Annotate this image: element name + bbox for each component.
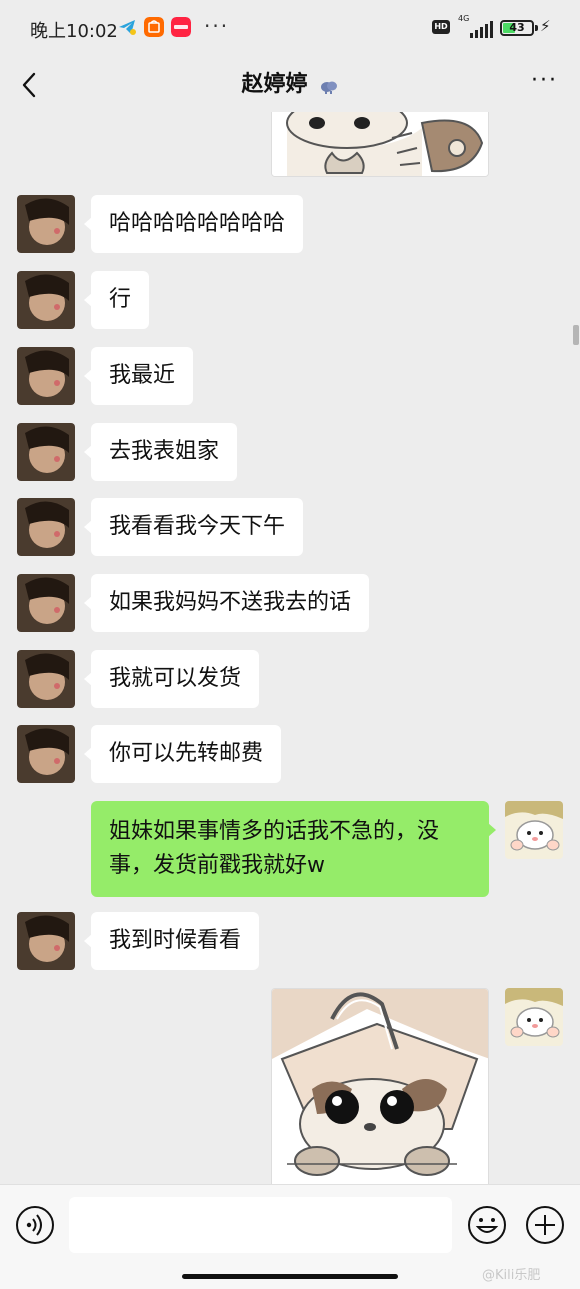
cat-in-paper-bag-sticker bbox=[272, 989, 488, 1184]
contact-avatar-image bbox=[17, 574, 75, 632]
chat-header: 赵婷婷 bbox=[0, 66, 580, 98]
contact-avatar-image bbox=[17, 725, 75, 783]
charging-icon: ⚡ bbox=[540, 17, 551, 35]
self-avatar[interactable] bbox=[505, 801, 563, 859]
contact-avatar-image bbox=[17, 271, 75, 329]
contact-avatar[interactable] bbox=[17, 347, 75, 405]
contact-avatar[interactable] bbox=[17, 271, 75, 329]
more-options-icon[interactable]: ··· bbox=[531, 68, 558, 93]
scrollbar-thumb[interactable] bbox=[573, 325, 579, 345]
contact-avatar[interactable] bbox=[17, 912, 75, 970]
contact-avatar-image bbox=[17, 650, 75, 708]
chat-title[interactable]: 赵婷婷 bbox=[241, 72, 307, 97]
message-input[interactable] bbox=[69, 1197, 452, 1253]
more-dots-icon: ··· bbox=[204, 14, 230, 38]
contact-avatar-image bbox=[17, 347, 75, 405]
self-avatar-image bbox=[505, 801, 563, 859]
contact-avatar-image bbox=[17, 195, 75, 253]
contact-avatar[interactable] bbox=[17, 195, 75, 253]
battery-percent: 43 bbox=[509, 21, 525, 34]
battery-icon: 43 bbox=[500, 20, 534, 36]
message-bubble-incoming[interactable]: 如果我妈妈不送我去的话 bbox=[83, 574, 370, 632]
battery-tip bbox=[535, 25, 538, 31]
message-bubble-outgoing[interactable]: 姐妹如果事情多的话我不急的，没 事，发货前戳我就好w bbox=[91, 801, 496, 897]
self-avatar-image bbox=[505, 988, 563, 1046]
chat-message-list[interactable]: 哈哈哈哈哈哈哈哈 行 我最近 去我表姐家 我看看我今天下午 如果我妈妈不送我去的… bbox=[0, 112, 580, 1184]
weather-cloud-icon bbox=[320, 81, 337, 94]
home-indicator[interactable] bbox=[182, 1274, 398, 1279]
xiaohongshu-icon bbox=[171, 17, 191, 37]
hd-icon: HD bbox=[432, 20, 450, 34]
nav-bar: 赵婷婷 ··· bbox=[0, 56, 580, 112]
voice-icon[interactable] bbox=[15, 1205, 55, 1245]
cat-cartoon-sticker-top bbox=[272, 112, 488, 176]
status-bar: 晚上10:02 ··· HD 4G 43 ⚡ bbox=[0, 0, 580, 56]
contact-avatar[interactable] bbox=[17, 423, 75, 481]
message-bubble-incoming[interactable]: 我就可以发货 bbox=[83, 650, 260, 708]
message-sticker-cat[interactable] bbox=[271, 112, 489, 177]
emoji-icon[interactable] bbox=[467, 1205, 507, 1245]
signal-icon bbox=[456, 18, 494, 38]
message-bubble-incoming[interactable]: 我到时候看看 bbox=[83, 912, 260, 970]
message-bubble-incoming[interactable]: 哈哈哈哈哈哈哈哈 bbox=[83, 195, 304, 253]
contact-avatar-image bbox=[17, 423, 75, 481]
contact-avatar[interactable] bbox=[17, 498, 75, 556]
contact-avatar[interactable] bbox=[17, 725, 75, 783]
self-avatar[interactable] bbox=[505, 988, 563, 1046]
telegram-icon bbox=[119, 20, 136, 35]
watermark: @Kili乐肥 bbox=[482, 1268, 541, 1283]
contact-avatar-image bbox=[17, 498, 75, 556]
message-bubble-incoming[interactable]: 去我表姐家 bbox=[83, 423, 238, 481]
contact-avatar-image bbox=[17, 912, 75, 970]
status-time: 晚上10:02 bbox=[30, 21, 118, 42]
message-line: 姐妹如果事情多的话我不急的，没 bbox=[109, 819, 440, 844]
message-line: 事，发货前戳我就好w bbox=[109, 853, 325, 878]
message-bubble-incoming[interactable]: 我看看我今天下午 bbox=[83, 498, 304, 556]
contact-avatar[interactable] bbox=[17, 574, 75, 632]
plus-icon[interactable] bbox=[525, 1205, 565, 1245]
message-sticker-cat-bag[interactable] bbox=[271, 988, 489, 1184]
contact-avatar[interactable] bbox=[17, 650, 75, 708]
message-bubble-incoming[interactable]: 行 bbox=[83, 271, 150, 329]
message-bubble-incoming[interactable]: 我最近 bbox=[83, 347, 194, 405]
taobao-icon bbox=[144, 17, 164, 37]
message-bubble-incoming[interactable]: 你可以先转邮费 bbox=[83, 725, 282, 783]
